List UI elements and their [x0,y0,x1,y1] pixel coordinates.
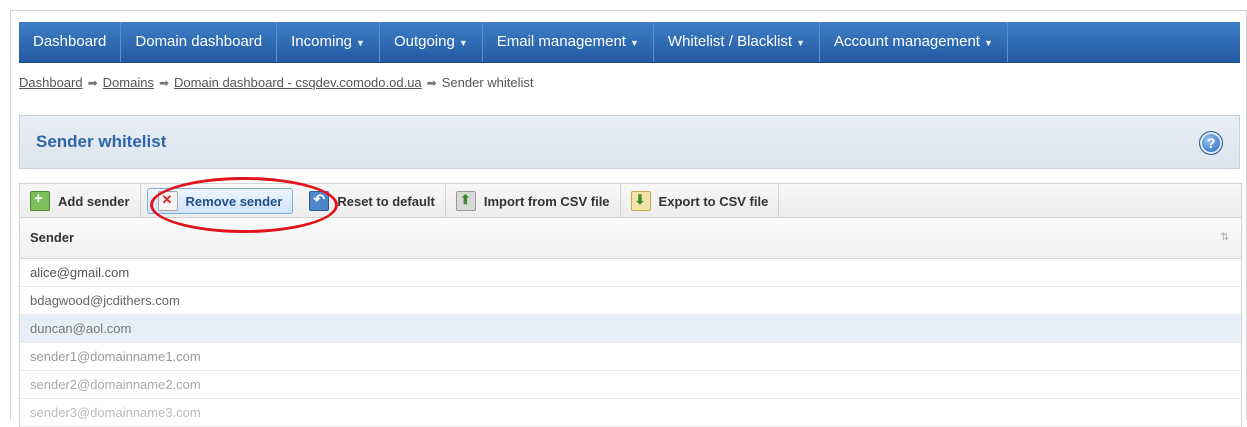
page-title: Sender whitelist [36,132,167,151]
nav-incoming[interactable]: Incoming ▼ [277,22,380,62]
csv-import-icon [455,191,476,211]
chevron-down-icon: ▼ [356,38,365,48]
nav-dashboard[interactable]: Dashboard [19,22,122,62]
sender-email: bdagwood@jcdithers.com [30,293,180,308]
add-sender-label: Add sender [58,193,130,209]
chevron-down-icon: ▼ [796,38,806,48]
sender-email: sender1@domainname1.com [30,349,201,364]
export-icon [630,191,651,211]
import-label: Import from CSV file [483,193,610,209]
add-icon [30,190,50,211]
chevron-down-icon: ▼ [458,38,468,48]
chevron-down-icon: ▼ [983,38,993,48]
arrow-right-icon: ➡ [426,76,437,90]
sort-icon[interactable]: ⇅ [1221,218,1229,258]
sender-email: alice@gmail.com [30,265,130,280]
reset-label: Reset to default [337,193,435,209]
sender-table: Sender ⇅ alice@gmail.com bdagwood@jcdith… [19,217,1242,427]
breadcrumb: Dashboard ➡ Domains ➡ Domain dashboard - csq… [19,75,534,90]
column-header-label: Sender [30,230,75,245]
nav-email-management[interactable]: Email management ▼ [483,22,654,62]
column-header-sender[interactable]: Sender ⇅ [20,218,1241,259]
reset-to-default-button[interactable]: Reset to default [299,184,446,218]
table-row[interactable]: duncan@aol.com [20,315,1241,343]
reset-icon [309,191,330,211]
table-row[interactable]: sender3@domainname3.com [20,399,1241,427]
remove-sender-button[interactable]: Remove sender [146,188,294,214]
help-icon[interactable]: ? [1199,131,1223,155]
main-navbar: Dashboard Domain dashboard Incoming ▼ Out… [19,22,1240,63]
export-label: Export to CSV file [658,193,769,209]
table-row[interactable]: sender2@domainname2.com [20,371,1241,399]
remove-icon [157,191,178,211]
breadcrumb-dashboard[interactable]: Dashboard [19,75,83,90]
remove-sender-label: Remove sender [185,193,283,209]
import-csv-button[interactable]: Import from CSV file [446,184,621,218]
arrow-right-icon: ➡ [158,76,170,90]
nav-whitelist-blacklist[interactable]: Whitelist / Blacklist ▼ [654,22,821,62]
nav-outgoing[interactable]: Outgoing ▼ [380,22,483,62]
toolbar: Add sender Remove sender Reset to defaul… [19,183,1242,218]
section-header: Sender whitelist ? [19,115,1240,169]
table-row[interactable]: alice@gmail.com [20,259,1241,287]
export-csv-button[interactable]: Export to CSV file [621,184,780,218]
sender-email: sender3@domainname3.com [30,405,201,420]
sender-email: sender2@domainname2.com [30,377,201,392]
breadcrumb-domains[interactable]: Domains [103,75,154,90]
table-row[interactable]: bdagwood@jcdithers.com [20,287,1241,315]
breadcrumb-current: Sender whitelist [441,75,534,90]
add-sender-button[interactable]: Add sender [20,184,141,218]
nav-account-management[interactable]: Account management ▼ [820,22,1008,62]
breadcrumb-domain-dashboard[interactable]: Domain dashboard - csqdev.comodo.od.ua [174,75,422,90]
table-row[interactable]: sender1@domainname1.com [20,343,1241,371]
chevron-down-icon: ▼ [629,38,639,48]
sender-email: duncan@aol.com [30,321,132,336]
arrow-right-icon: ➡ [87,76,98,90]
nav-domain-dashboard[interactable]: Domain dashboard [121,22,278,62]
